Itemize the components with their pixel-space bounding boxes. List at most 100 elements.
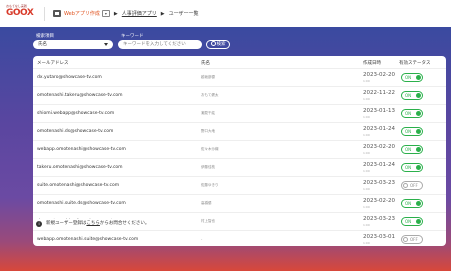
row-name: 潮見千紘 <box>201 111 215 115</box>
status-toggle[interactable]: ON <box>401 127 423 136</box>
divider <box>44 6 45 21</box>
status-toggle[interactable]: OFF <box>401 235 423 244</box>
toggle-knob <box>403 183 408 188</box>
info-banner: i 新規ユーザー登録はこちらからお問合せください。 <box>33 219 199 229</box>
column-status: 有効ステータス <box>399 61 431 66</box>
toggle-knob <box>416 111 421 116</box>
status-label: ON <box>405 93 412 98</box>
status-label: ON <box>405 129 412 134</box>
keyword-label: キーワード <box>121 34 144 39</box>
info-icon: i <box>36 221 42 227</box>
row-name: - <box>201 237 203 241</box>
breadcrumb-app-link[interactable]: 人事評価アプリ <box>122 10 157 17</box>
info-suffix: からお問合せください。 <box>99 221 150 226</box>
row-date: 2022-11-22 <box>363 90 395 96</box>
top-bar: おもてなし実践 GOOX Webアプリ作成 ▾ ▶ 人事評価アプリ ▶ ユーザー… <box>0 0 451 28</box>
row-email[interactable]: webapp.omotenashi.suite@showcase-tv.com <box>37 237 138 242</box>
row-email[interactable]: suite.omotenashi@showcase-tv.com <box>37 183 119 188</box>
row-email[interactable]: dx.yutaro@showcase-tv.com <box>37 75 102 80</box>
status-toggle[interactable]: ON <box>401 163 423 172</box>
row-name: おもて健太 <box>201 93 219 97</box>
keyword-input[interactable] <box>118 40 202 49</box>
row-email[interactable]: webapp.omotenashi@showcase-tv.com <box>37 147 126 152</box>
row-time: 1:00 <box>363 133 370 137</box>
toggle-knob <box>416 219 421 224</box>
status-label: ON <box>405 219 412 224</box>
table-row[interactable]: omotenashi.ds@showcase-tv.com 野口大地 2023-01… <box>33 123 446 141</box>
row-time: 1:00 <box>363 169 370 173</box>
row-date: 2023-01-24 <box>363 162 395 168</box>
status-toggle[interactable]: ON <box>401 91 423 100</box>
row-date: 2023-03-23 <box>363 180 395 186</box>
row-name: 村上智也 <box>201 219 215 223</box>
chevron-right-icon: ▶ <box>160 10 165 17</box>
toggle-knob <box>416 147 421 152</box>
row-date: 2023-02-20 <box>363 198 395 204</box>
row-time: 1:00 <box>363 223 370 227</box>
row-date: 2023-03-23 <box>363 216 395 222</box>
table-row[interactable]: dx.yutaro@showcase-tv.com 越坂部優 2023-02-20 1… <box>33 69 446 87</box>
status-label: OFF <box>410 237 418 242</box>
table-row[interactable]: webapp.omotenashi@showcase-tv.com 佐々木沙織 20… <box>33 141 446 159</box>
row-date: 2023-01-24 <box>363 126 395 132</box>
row-date: 2023-01-13 <box>363 108 395 114</box>
table-header: メールアドレス 氏名 作成日時 有効ステータス <box>33 56 446 69</box>
row-time: 1:00 <box>363 115 370 119</box>
row-time: 1:00 <box>363 187 370 191</box>
chevron-right-icon: ▶ <box>113 10 118 17</box>
app-icon <box>53 10 61 17</box>
breadcrumb: Webアプリ作成 ▾ ▶ 人事評価アプリ ▶ ユーザー一覧 <box>53 10 199 17</box>
status-toggle[interactable]: ON <box>401 199 423 208</box>
field-label: 検索項目 <box>36 34 54 39</box>
row-name: 伊藤佳枝 <box>201 165 215 169</box>
column-email: メールアドレス <box>37 61 69 66</box>
column-created: 作成日時 <box>363 61 381 66</box>
status-label: OFF <box>410 183 418 188</box>
status-toggle[interactable]: ON <box>401 145 423 154</box>
row-name: 高橋優 <box>201 201 212 205</box>
row-time: 1:00 <box>363 97 370 101</box>
row-date: 2023-02-20 <box>363 144 395 150</box>
table-row[interactable]: omotenashi.takeru@showcase-tv.com おもて健太 20… <box>33 87 446 105</box>
main-area: 検索項目 キーワード 氏名 検索 メールアドレス 氏名 作成日時 有効ステータス… <box>0 27 451 271</box>
logo[interactable]: おもてなし実践 GOOX <box>6 4 38 24</box>
caret-down-icon <box>104 43 108 46</box>
row-name: 野口大地 <box>201 129 215 133</box>
row-name: 佐藤ゆきり <box>201 183 219 187</box>
table-row[interactable]: shiomi.webapp@showcase-tv.com 潮見千紘 2023-01… <box>33 105 446 123</box>
table-row[interactable]: omotenashi.suite.ds@showcase-tv.com 高橋優 20… <box>33 195 446 213</box>
row-email[interactable]: omotenashi.ds@showcase-tv.com <box>37 129 113 134</box>
search-button[interactable]: 検索 <box>206 40 230 49</box>
row-email[interactable]: shiomi.webapp@showcase-tv.com <box>37 111 114 116</box>
toggle-knob <box>416 129 421 134</box>
status-toggle[interactable]: ON <box>401 109 423 118</box>
row-time: 1:00 <box>363 151 370 155</box>
status-toggle[interactable]: ON <box>401 73 423 82</box>
status-label: ON <box>405 165 412 170</box>
search-button-label: 検索 <box>216 42 226 47</box>
row-email[interactable]: omotenashi.takeru@showcase-tv.com <box>37 93 123 98</box>
row-email[interactable]: takeru.omotenashi@showcase-tv.com <box>37 165 123 170</box>
table-row[interactable]: takeru.omotenashi@showcase-tv.com 伊藤佳枝 202… <box>33 159 446 177</box>
column-name: 氏名 <box>201 61 210 66</box>
row-email[interactable]: omotenashi.suite.ds@showcase-tv.com <box>37 201 126 206</box>
app-menu-icon[interactable]: ▾ <box>101 10 110 17</box>
row-time: 1:00 <box>363 205 370 209</box>
logo-mark: GOOX <box>6 7 34 18</box>
status-label: ON <box>405 201 412 206</box>
table-row[interactable]: webapp.omotenashi.suite@showcase-tv.com -… <box>33 231 446 246</box>
toggle-knob <box>416 201 421 206</box>
status-toggle[interactable]: OFF <box>401 181 423 190</box>
row-time: 1:00 <box>363 241 370 245</box>
table-row[interactable]: suite.omotenashi@showcase-tv.com 佐藤ゆきり 202… <box>33 177 446 195</box>
user-table: メールアドレス 氏名 作成日時 有効ステータス dx.yutaro@showca… <box>33 56 446 246</box>
status-label: ON <box>405 111 412 116</box>
status-toggle[interactable]: ON <box>401 217 423 226</box>
toggle-knob <box>416 75 421 80</box>
status-label: ON <box>405 147 412 152</box>
info-link[interactable]: こちら <box>86 221 100 226</box>
search-field-select[interactable]: 氏名 <box>33 40 113 49</box>
search-icon <box>210 41 216 46</box>
app-name[interactable]: Webアプリ作成 <box>64 10 100 17</box>
row-date: 2023-02-20 <box>363 72 395 78</box>
